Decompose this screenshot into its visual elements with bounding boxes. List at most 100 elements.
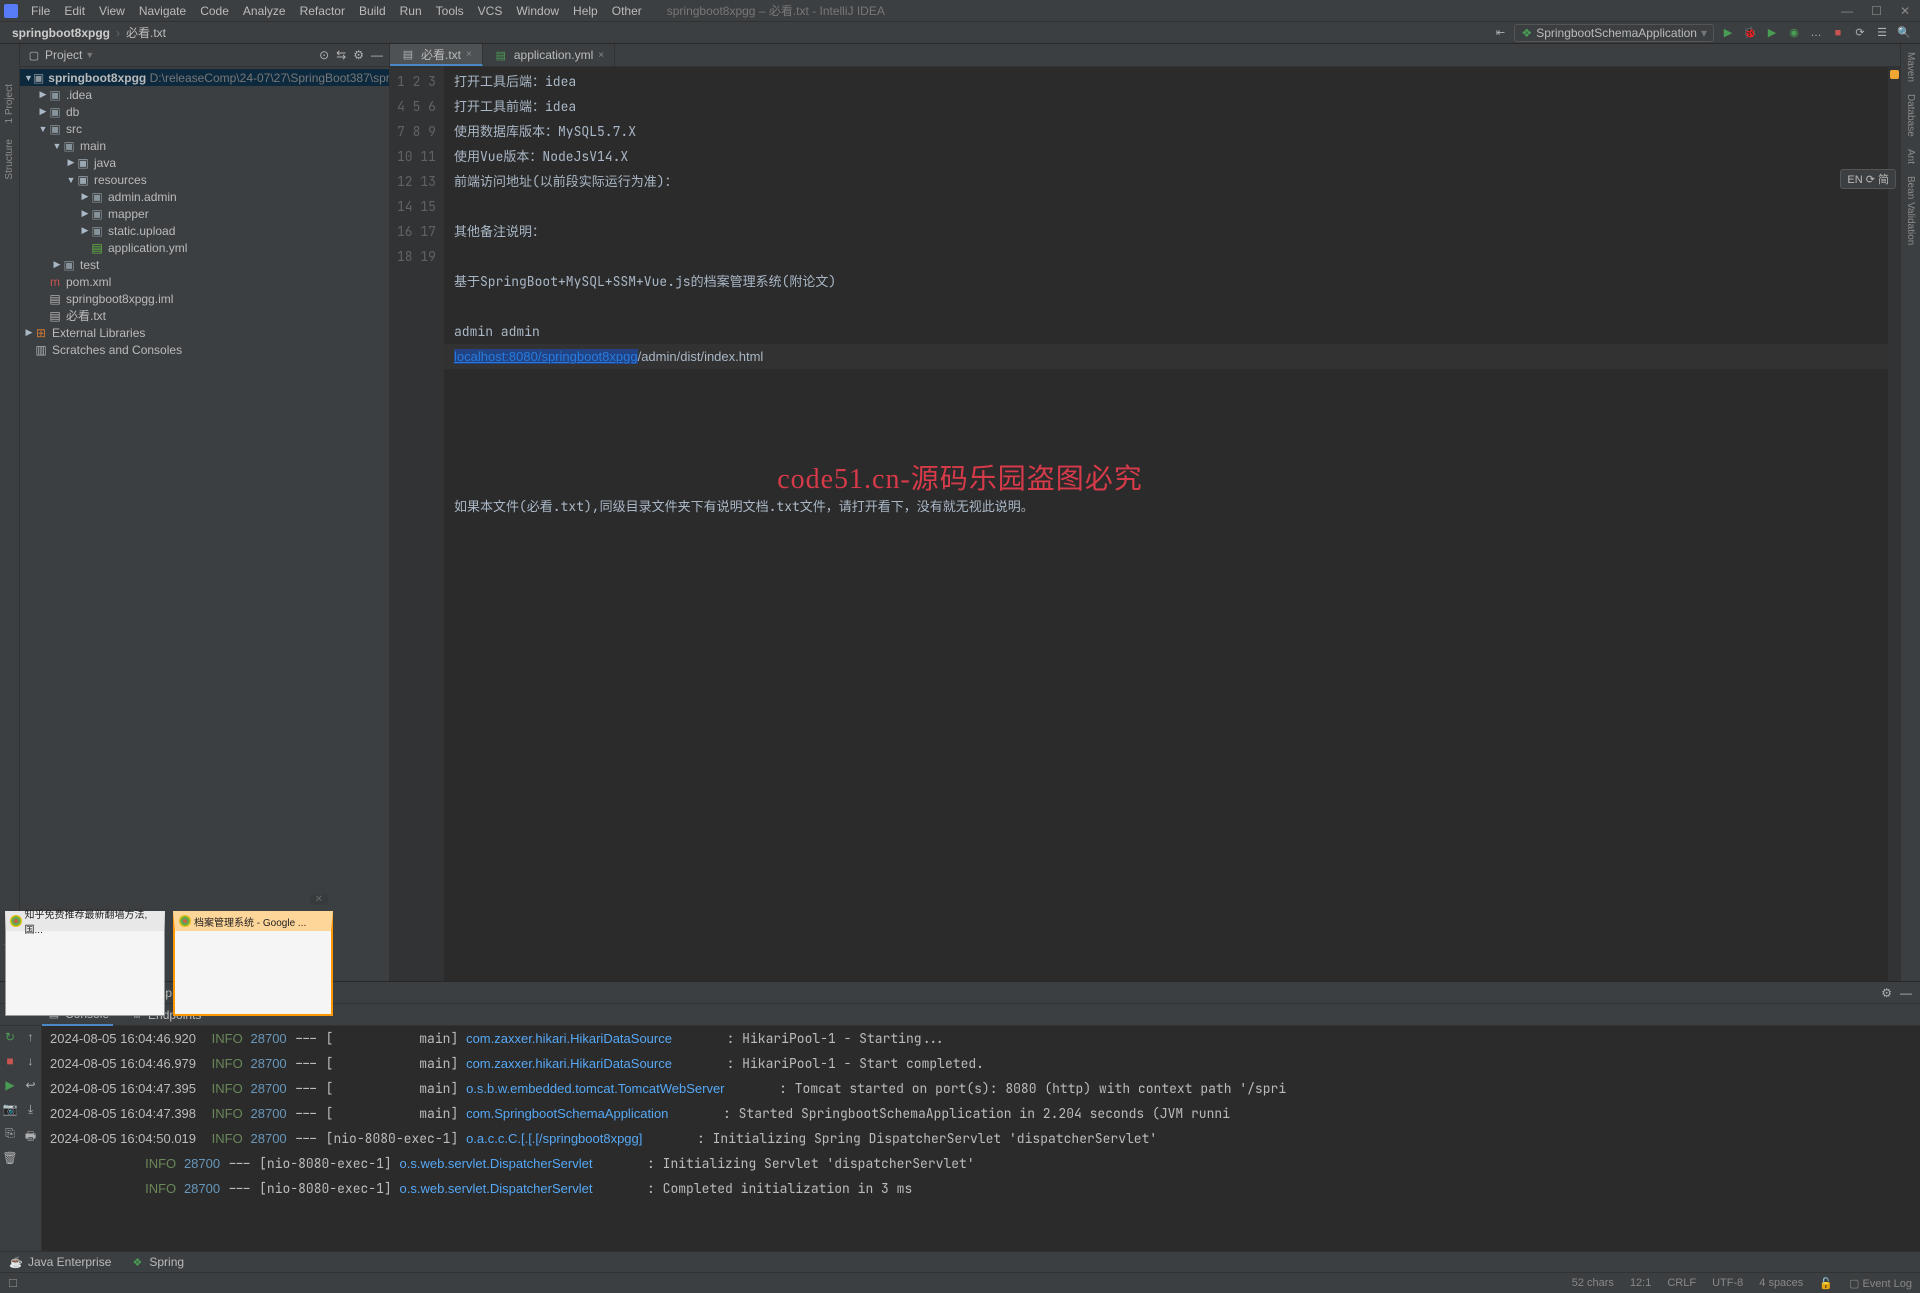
tree-item[interactable]: ▶▣static.upload — [20, 222, 389, 239]
tree-item[interactable]: ▼▣resources — [20, 171, 389, 188]
taskbar-thumb-chrome1[interactable]: 知乎免费推荐最新翻墙方法,国... — [5, 911, 165, 1016]
run-side-toolbar2: ↑ ↓ ↩ ⤓ 🖶 — [20, 1026, 42, 1251]
status-encoding[interactable]: UTF-8 — [1712, 1277, 1743, 1289]
tab-bikantxt[interactable]: ▤ 必看.txt × — [390, 44, 483, 66]
menu-other[interactable]: Other — [605, 2, 649, 20]
menu-run[interactable]: Run — [393, 2, 429, 20]
project-icon: ▢ — [26, 47, 42, 63]
tree-item[interactable]: ▶▣.idea — [20, 86, 389, 103]
down-icon[interactable]: ↓ — [28, 1054, 34, 1068]
menu-help[interactable]: Help — [566, 2, 605, 20]
rerun-failed-icon[interactable]: ▶ — [5, 1078, 14, 1092]
tree-item[interactable]: ▶▣db — [20, 103, 389, 120]
window-title: springboot8xpgg – 必看.txt - IntelliJ IDEA — [667, 2, 885, 19]
console-output[interactable]: 2024-08-05 16:04:46.920 INFO 28700 --- [… — [42, 1026, 1920, 1251]
search-icon[interactable]: 🔍 — [1896, 25, 1912, 41]
tree-item[interactable]: ▤application.yml — [20, 239, 389, 256]
update-icon[interactable]: ⟳ — [1852, 25, 1868, 41]
app-logo-icon — [4, 4, 18, 18]
tree-root[interactable]: ▼▣ springboot8xpgg D:\releaseComp\24-07\… — [20, 69, 389, 86]
breadcrumb-root[interactable]: springboot8xpgg — [8, 24, 114, 42]
taskbar-thumb-chrome2[interactable]: 档案管理系统 - Google ...✕ — [173, 911, 333, 1016]
maximize-icon[interactable]: ☐ — [1871, 4, 1882, 18]
exit-icon[interactable]: ⎘ — [5, 1126, 15, 1141]
status-line-sep[interactable]: CRLF — [1667, 1277, 1696, 1289]
project-tool-tab[interactable]: 1 Project — [4, 84, 15, 123]
minimize-icon[interactable]: — — [1841, 4, 1853, 18]
menu-navigate[interactable]: Navigate — [132, 2, 193, 20]
editor-scrollbar[interactable] — [1888, 67, 1900, 981]
gear-icon[interactable]: ⚙ — [353, 48, 364, 62]
beanvalidation-tool-tab[interactable]: Bean Validation — [1905, 176, 1916, 245]
tree-scratches[interactable]: ▥Scratches and Consoles — [20, 341, 389, 358]
print-icon[interactable]: 🖶 — [25, 1127, 36, 1148]
menu-analyze[interactable]: Analyze — [236, 2, 293, 20]
menu-file[interactable]: File — [24, 2, 57, 20]
tab-close-icon[interactable]: × — [598, 50, 604, 61]
menu-edit[interactable]: Edit — [57, 2, 92, 20]
coverage-button-icon[interactable]: ▶ — [1764, 25, 1780, 41]
database-tool-tab[interactable]: Database — [1905, 94, 1916, 137]
status-menu-icon[interactable]: ☐ — [8, 1277, 18, 1290]
tab-application-yml[interactable]: ▤ application.yml × — [483, 44, 615, 66]
collapse-icon[interactable]: — — [371, 48, 383, 62]
menu-code[interactable]: Code — [193, 2, 236, 20]
file-yml-icon: ▤ — [493, 47, 509, 63]
ant-tool-tab[interactable]: Ant — [1905, 149, 1916, 164]
menu-tools[interactable]: Tools — [429, 2, 471, 20]
run-button-icon[interactable]: ▶ — [1720, 25, 1736, 41]
maven-tool-tab[interactable]: Maven — [1905, 52, 1916, 82]
run-config-selector[interactable]: ❖ SpringbootSchemaApplication ▾ — [1514, 24, 1714, 42]
menu-view[interactable]: View — [92, 2, 132, 20]
lock-icon[interactable]: 🔓 — [1819, 1277, 1833, 1290]
tree-item[interactable]: ▶▣mapper — [20, 205, 389, 222]
tree-item[interactable]: ▼▣main — [20, 137, 389, 154]
status-caret-pos[interactable]: 12:1 — [1630, 1277, 1651, 1289]
project-tree[interactable]: ▼▣ springboot8xpgg D:\releaseComp\24-07\… — [20, 67, 389, 981]
java-enterprise-tab[interactable]: ☕Java Enterprise — [8, 1254, 111, 1270]
project-label[interactable]: Project — [45, 48, 82, 62]
tree-item[interactable]: ▶▣java — [20, 154, 389, 171]
profile-button-icon[interactable]: ◉ — [1786, 25, 1802, 41]
menu-window[interactable]: Window — [509, 2, 566, 20]
locate-icon[interactable]: ⊙ — [319, 48, 329, 62]
tree-item[interactable]: ▤必看.txt — [20, 307, 389, 324]
breadcrumb-file[interactable]: 必看.txt — [122, 22, 170, 43]
close-icon[interactable]: ✕ — [1900, 4, 1910, 18]
thumb-close-icon[interactable]: ✕ — [310, 894, 328, 905]
attach-icon[interactable]: … — [1808, 25, 1824, 41]
spring-tab[interactable]: ❖Spring — [129, 1254, 184, 1270]
editor-gutter[interactable]: 1 2 3 4 5 6 7 8 9 10 11 12 13 14 15 16 1… — [390, 67, 444, 981]
wrap-icon[interactable]: ↩ — [25, 1078, 35, 1092]
tree-item[interactable]: ▶▣admin.admin — [20, 188, 389, 205]
structure-tool-tab[interactable]: Structure — [4, 139, 15, 180]
run-gear-icon[interactable]: ⚙ — [1881, 986, 1892, 1000]
tree-item[interactable]: ▼▣src — [20, 120, 389, 137]
dump-icon[interactable]: 📷 — [3, 1102, 18, 1116]
debug-button-icon[interactable]: 🐞 — [1742, 25, 1758, 41]
tree-item[interactable]: mpom.xml — [20, 273, 389, 290]
stop-run-icon[interactable]: ■ — [6, 1054, 13, 1068]
menu-build[interactable]: Build — [352, 2, 393, 20]
menu-vcs[interactable]: VCS — [471, 2, 510, 20]
scroll-icon[interactable]: ⤓ — [28, 1102, 33, 1117]
editor-code[interactable]: 打开工具后端：idea打开工具前端：idea使用数据库版本：MySQL5.7.X… — [444, 67, 1900, 981]
delete-icon[interactable]: 🗑 — [2, 1151, 17, 1165]
tree-external-libs[interactable]: ▶⊞External Libraries — [20, 324, 389, 341]
structure-icon[interactable]: ☰ — [1874, 25, 1890, 41]
expand-icon[interactable]: ⇆ — [336, 48, 346, 62]
run-collapse-icon[interactable]: — — [1900, 986, 1912, 1000]
back-icon[interactable]: ⇤ — [1492, 25, 1508, 41]
language-badge[interactable]: EN ⟳ 简 — [1840, 169, 1896, 189]
chevron-down-icon: ▾ — [1701, 26, 1707, 40]
project-dropdown-icon[interactable]: ▼ — [85, 50, 94, 60]
left-tool-rail: 1 Project Structure Favorites — [0, 44, 20, 981]
status-indent[interactable]: 4 spaces — [1759, 1277, 1803, 1289]
event-log-button[interactable]: ▢ Event Log — [1849, 1277, 1912, 1290]
tab-close-icon[interactable]: × — [466, 49, 472, 60]
stop-button-icon[interactable]: ■ — [1830, 25, 1846, 41]
taskbar-thumbnails: 知乎免费推荐最新翻墙方法,国... 档案管理系统 - Google ...✕ — [5, 911, 333, 1016]
tree-item[interactable]: ▶▣test — [20, 256, 389, 273]
tree-item[interactable]: ▤springboot8xpgg.iml — [20, 290, 389, 307]
menu-refactor[interactable]: Refactor — [293, 2, 352, 20]
